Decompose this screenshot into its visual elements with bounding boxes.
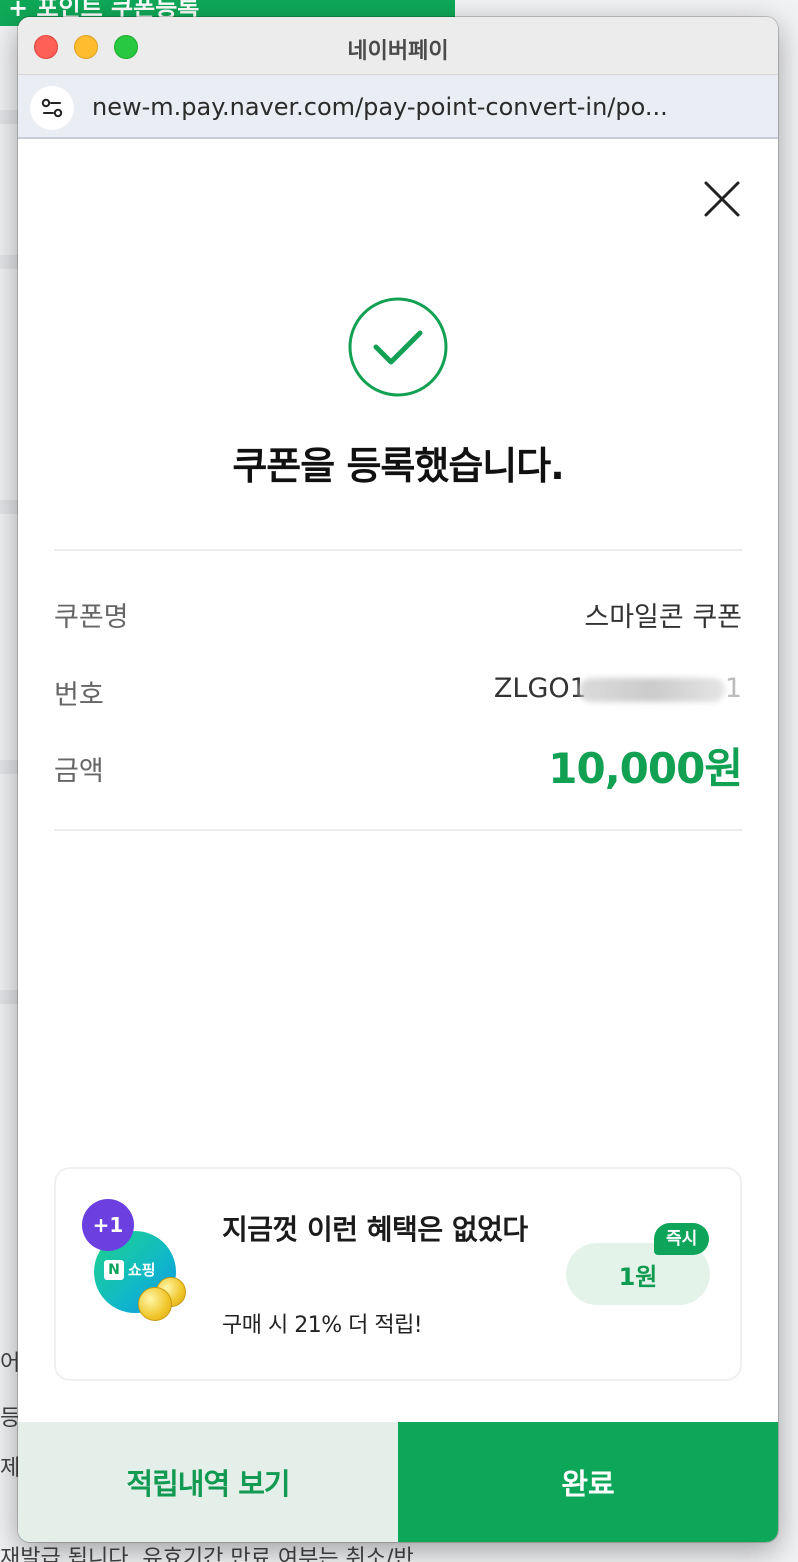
done-button[interactable]: 완료 (398, 1422, 778, 1542)
background-stripe (0, 990, 20, 1004)
background-stripe (0, 110, 20, 124)
coin-icon (138, 1287, 172, 1321)
coupon-number-value: ZLGO1 1 (494, 673, 742, 704)
title-bar: 네이버페이 (18, 17, 778, 75)
background-stripe (0, 760, 20, 774)
view-history-button[interactable]: 적립내역 보기 (18, 1422, 398, 1542)
background-bottom-text: 재발급 됩니다. 유효기간 만료 여부는 취소/반 (0, 1546, 414, 1562)
popup-window: 네이버페이 new-m.pay.naver.com/pay-point-conv… (18, 17, 778, 1542)
url-text: new-m.pay.naver.com/pay-point-convert-in… (92, 93, 668, 121)
instant-tag: 즉시 (654, 1223, 710, 1255)
coupon-number-label: 번호 (54, 680, 104, 711)
background-stripe (0, 500, 20, 514)
shopping-text: 쇼핑 (128, 1261, 156, 1279)
amount-value: 10,000원 (548, 744, 743, 793)
amount-label: 금액 (54, 756, 104, 787)
shopping-promo-banner[interactable]: N 쇼핑 +1 지금껏 이런 혜택은 없었다 구매 시 21% 더 적립! 1원 … (54, 1167, 742, 1381)
banner-title: 지금껏 이런 혜택은 없었다 (222, 1213, 528, 1246)
coupon-name-value: 스마일콘 쿠폰 (584, 602, 742, 633)
redacted-blur (578, 677, 725, 702)
naver-shopping-logo-label: N 쇼핑 (104, 1259, 156, 1280)
divider (54, 549, 742, 551)
address-bar[interactable]: new-m.pay.naver.com/pay-point-convert-in… (18, 75, 778, 139)
site-settings-icon[interactable] (30, 86, 74, 130)
window-title: 네이버페이 (347, 39, 449, 64)
coupon-name-label: 쿠폰명 (54, 602, 129, 633)
success-headline: 쿠폰을 등록했습니다. (232, 444, 564, 488)
banner-subtitle: 구매 시 21% 더 적립! (222, 1313, 423, 1338)
plus-one-badge: +1 (82, 1199, 134, 1251)
coupon-number-suffix: 1 (724, 673, 742, 704)
background-stripe (0, 255, 20, 269)
coupon-number-prefix: ZLGO1 (493, 673, 587, 704)
divider (54, 829, 742, 831)
check-circle-icon (346, 295, 450, 399)
close-icon[interactable] (700, 177, 744, 221)
naver-n-icon: N (104, 1259, 124, 1280)
